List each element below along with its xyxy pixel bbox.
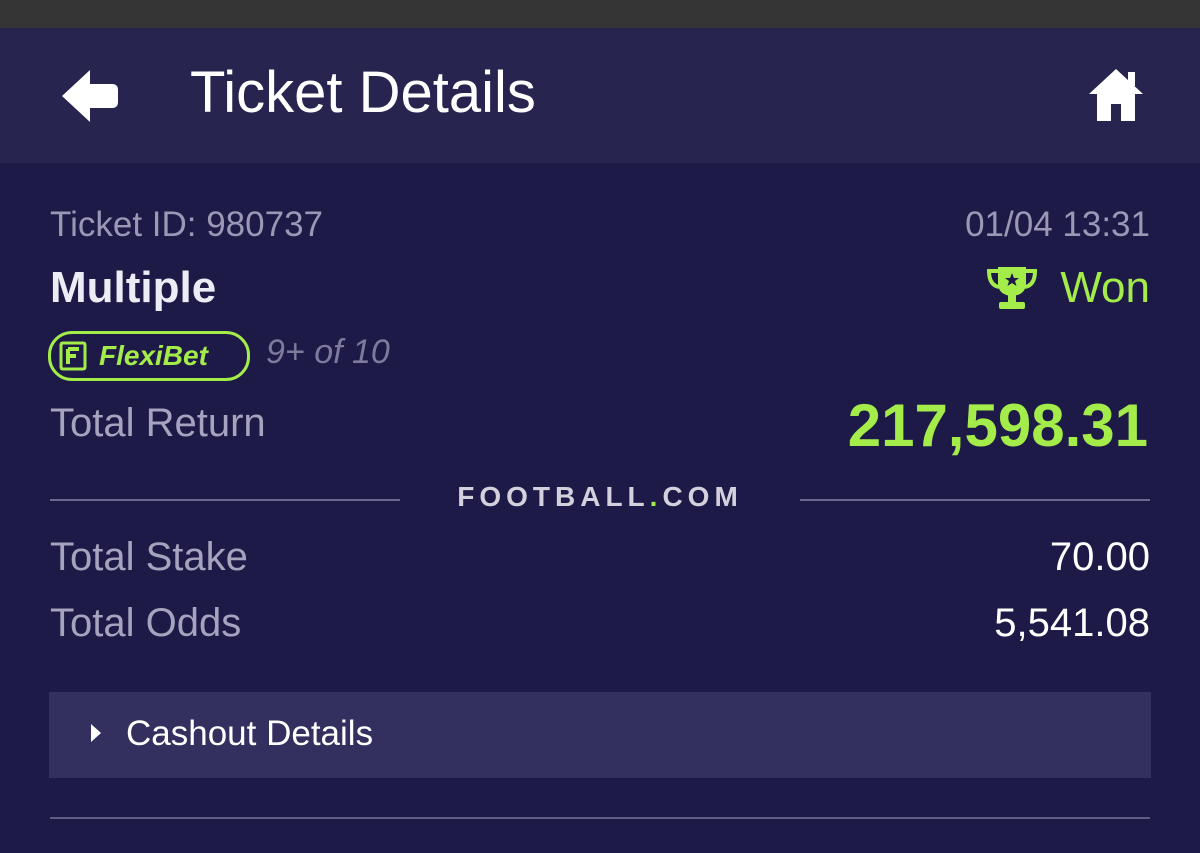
- flexibet-badge: FlexiBet: [48, 331, 250, 381]
- total-return-label: Total Return: [50, 401, 266, 445]
- ticket-datetime: 01/04 13:31: [965, 205, 1150, 244]
- brand-dot: .: [649, 481, 663, 512]
- flexibet-label: FlexiBet: [99, 340, 208, 371]
- brand-name-part1: FOOTBALL: [457, 481, 650, 512]
- brand-logo: FOOTBALL.COM: [400, 481, 800, 513]
- total-stake-label: Total Stake: [50, 535, 248, 579]
- status-text: Won: [1060, 263, 1150, 312]
- total-stake-value: 70.00: [1049, 535, 1150, 579]
- bottom-divider: [50, 817, 1150, 819]
- status-strip: [0, 0, 1200, 28]
- brand-name-part2: COM: [662, 481, 743, 512]
- trophy-icon: [986, 265, 1038, 311]
- header-bar: Ticket Details: [0, 28, 1200, 163]
- arrow-left-icon: [60, 66, 130, 126]
- cashout-details-toggle[interactable]: Cashout Details: [49, 692, 1151, 778]
- divider-left: [50, 499, 400, 501]
- total-return-value: 217,598.31: [847, 392, 1148, 459]
- flexibet-count: 9+ of 10: [266, 333, 390, 371]
- ticket-content: Ticket ID: 980737 01/04 13:31 Multiple W…: [0, 163, 1200, 853]
- home-icon: [1086, 69, 1146, 128]
- bet-type: Multiple: [50, 263, 217, 312]
- total-odds-label: Total Odds: [50, 601, 242, 645]
- back-button[interactable]: [60, 66, 130, 126]
- divider-right: [800, 499, 1150, 501]
- ticket-id: Ticket ID: 980737: [50, 205, 324, 244]
- cashout-details-label: Cashout Details: [126, 714, 374, 753]
- caret-right-icon: [89, 722, 103, 744]
- home-button[interactable]: [1086, 66, 1148, 126]
- flexibet-logo-icon: [59, 341, 87, 371]
- page-title: Ticket Details: [190, 60, 536, 125]
- total-odds-value: 5,541.08: [994, 601, 1150, 645]
- status-badge: Won: [986, 263, 1150, 313]
